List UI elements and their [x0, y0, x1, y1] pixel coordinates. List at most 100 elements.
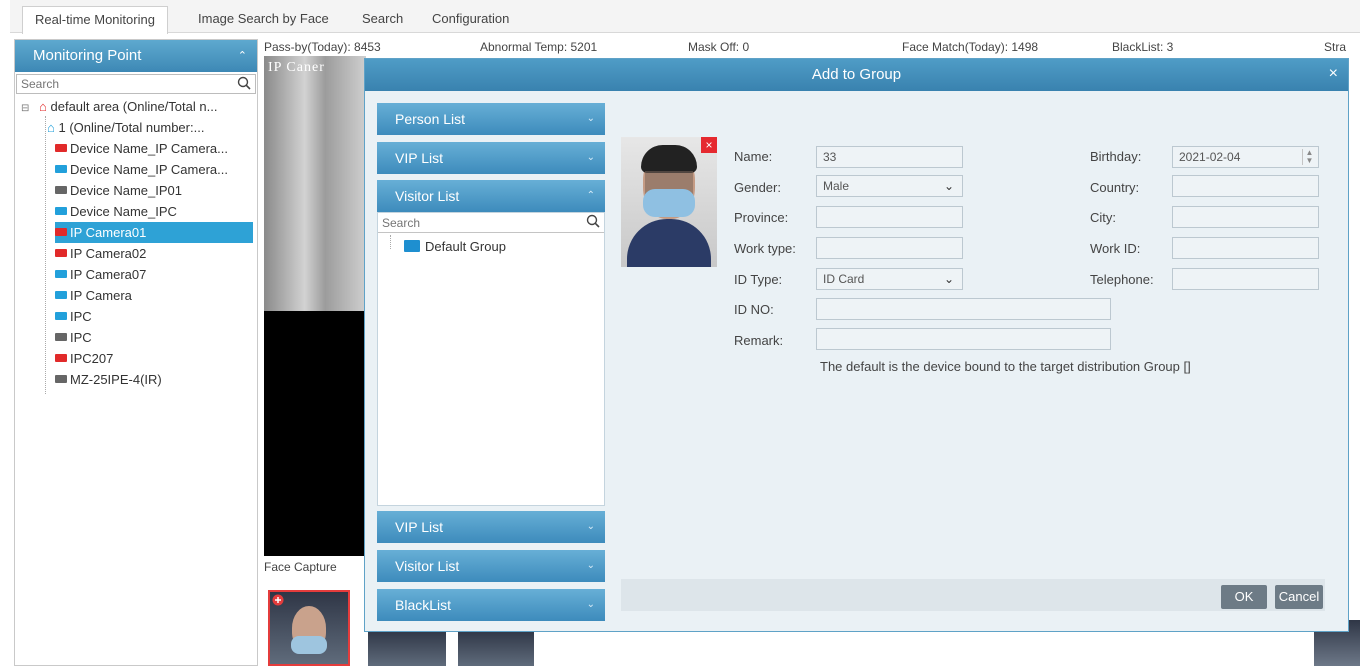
group-visitor-list-2[interactable]: Visitor List ⌄ [377, 550, 605, 582]
face-mask [291, 636, 327, 654]
tree-label: Device Name_IPC [70, 204, 177, 219]
tree-item-camera[interactable]: IP Camera02 [55, 243, 146, 264]
remark-label: Remark: [734, 333, 784, 348]
tree-item-camera[interactable]: Device Name_IPC [55, 201, 177, 222]
group-blacklist[interactable]: BlackList ⌄ [377, 589, 605, 621]
tree-item-camera[interactable]: Device Name_IP Camera... [55, 159, 228, 180]
group-label: Visitor List [395, 558, 460, 574]
face-capture-thumbnail[interactable] [368, 630, 446, 666]
tree-line [45, 116, 46, 394]
group-vip-list-2[interactable]: VIP List ⌄ [377, 511, 605, 543]
work-id-field[interactable] [1172, 237, 1319, 259]
camera-red-icon [55, 144, 67, 152]
work-type-field[interactable] [816, 237, 963, 259]
gender-value: Male [823, 179, 850, 193]
work-id-label: Work ID: [1090, 241, 1141, 256]
camera-gray-icon [55, 186, 67, 194]
name-label: Name: [734, 149, 773, 164]
remark-field[interactable] [816, 328, 1111, 350]
spinner-icon[interactable]: ▲ ▼ [1302, 149, 1316, 165]
folder-icon [404, 240, 420, 252]
search-icon[interactable] [586, 214, 600, 228]
camera-blue-icon [55, 270, 67, 278]
camera-red-icon [55, 249, 67, 257]
tree-item-camera[interactable]: MZ-25IPE-4(IR) [55, 369, 162, 390]
photo-mask [643, 189, 695, 217]
province-field[interactable] [816, 206, 963, 228]
id-no-field[interactable] [816, 298, 1111, 320]
video-view[interactable]: IP Caner [264, 56, 366, 556]
photo-body [627, 219, 711, 267]
group-vip-list[interactable]: VIP List ⌄ [377, 142, 605, 174]
tree-label: IPC [70, 309, 92, 324]
tree-item-camera-selected[interactable]: IP Camera01 [55, 222, 253, 243]
id-type-select[interactable]: ID Card ⌄ [816, 268, 963, 290]
gender-label: Gender: [734, 180, 781, 195]
tree-label: IP Camera02 [70, 246, 147, 261]
add-icon[interactable] [272, 594, 284, 606]
dialog-button-bar [621, 579, 1325, 611]
sidebar-header[interactable]: Monitoring Point ⌃ [15, 40, 257, 72]
group-visitor-list[interactable]: Visitor List ⌃ [377, 180, 605, 212]
home-icon: ⌂ [47, 120, 55, 135]
stat-abnormal-temp: Abnormal Temp: 5201 [480, 40, 598, 54]
face-capture-thumbnail[interactable] [458, 630, 534, 666]
group-label: Person List [395, 111, 466, 127]
name-field[interactable]: 33 [816, 146, 963, 168]
tree-item-camera[interactable]: IP Camera07 [55, 264, 146, 285]
sidebar-title: Monitoring Point [33, 47, 142, 64]
city-field[interactable] [1172, 206, 1319, 228]
delete-photo-icon[interactable]: × [701, 137, 717, 153]
tree-label: IP Camera01 [70, 225, 147, 240]
group-label: VIP List [395, 150, 443, 166]
tree-item-area-1[interactable]: ⌂ 1 (Online/Total number:... [47, 117, 204, 138]
chevron-down-icon: ⌄ [586, 560, 595, 571]
face-capture-thumbnail[interactable] [268, 590, 350, 666]
dialog-title: Add to Group [811, 66, 902, 83]
birthday-field[interactable]: 2021-02-04 ▲ ▼ [1172, 146, 1319, 168]
cancel-button[interactable]: Cancel [1275, 585, 1323, 609]
tree-label: Device Name_IP01 [70, 183, 182, 198]
tree-item-camera[interactable]: IPC [55, 306, 92, 327]
tree-item-camera[interactable]: IPC207 [55, 348, 113, 369]
tree-item-camera[interactable]: Device Name_IP01 [55, 180, 182, 201]
camera-red-icon [55, 228, 67, 236]
chevron-down-icon: ⌄ [586, 521, 595, 532]
video-overlay-text: IP Caner [268, 60, 325, 75]
tree-item-camera[interactable]: IPC [55, 327, 92, 348]
group-label: Visitor List [395, 188, 460, 204]
tree-item-default-area[interactable]: ⊟ ⌂ default area (Online/Total n... [21, 96, 217, 117]
sidebar-search-input[interactable] [17, 75, 217, 93]
home-icon: ⌂ [39, 99, 47, 114]
tab-real-time-monitoring[interactable]: Real-time Monitoring [22, 6, 168, 34]
chevron-up-icon[interactable]: ⌃ [238, 40, 247, 72]
country-field[interactable] [1172, 175, 1319, 197]
tree-item-camera[interactable]: IP Camera [55, 285, 132, 306]
photo-hair [641, 145, 697, 173]
close-icon[interactable]: × [1329, 65, 1338, 83]
camera-blue-icon [55, 312, 67, 320]
panel-search-input[interactable] [378, 213, 568, 232]
tab-configuration[interactable]: Configuration [420, 6, 521, 33]
tab-search[interactable]: Search [350, 6, 415, 33]
group-person-list[interactable]: Person List ⌄ [377, 103, 605, 135]
tree-label: IP Camera07 [70, 267, 147, 282]
telephone-field[interactable] [1172, 268, 1319, 290]
tree-item-camera[interactable]: Device Name_IP Camera... [55, 138, 228, 159]
province-label: Province: [734, 210, 789, 225]
ok-button[interactable]: OK [1221, 585, 1267, 609]
top-tab-bar: Real-time Monitoring Image Search by Fac… [10, 0, 1360, 34]
camera-blue-icon [55, 291, 67, 299]
collapse-icon[interactable]: ⊟ [21, 103, 29, 114]
birthday-label: Birthday: [1090, 149, 1142, 164]
tab-image-search-by-face[interactable]: Image Search by Face [186, 6, 341, 33]
search-icon[interactable] [237, 76, 251, 90]
group-item-default[interactable]: Default Group [404, 239, 506, 254]
gender-select[interactable]: Male ⌄ [816, 175, 963, 197]
add-to-group-dialog: Add to Group × Person List ⌄ VIP List ⌄ … [364, 58, 1349, 632]
telephone-label: Telephone: [1090, 272, 1154, 287]
tree-label: IP Camera [70, 288, 132, 303]
chevron-down-icon: ⌄ [586, 599, 595, 610]
dialog-header: Add to Group × [365, 59, 1348, 91]
group-label: BlackList [395, 597, 452, 613]
